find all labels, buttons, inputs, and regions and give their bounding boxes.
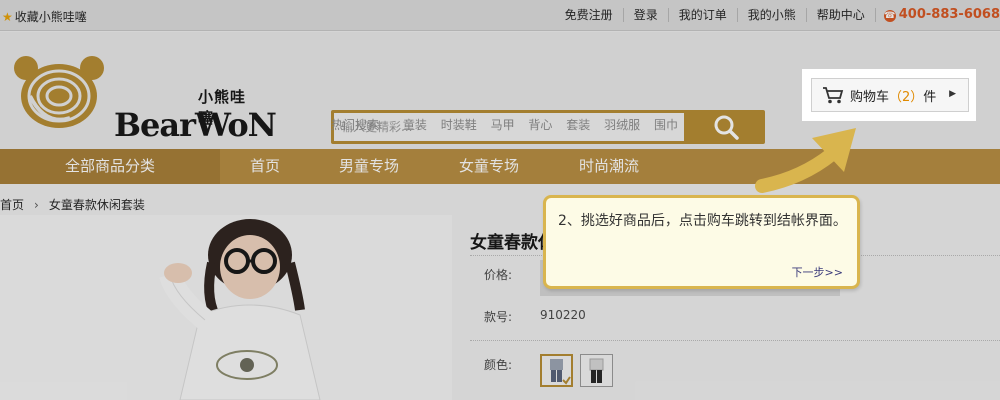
tutorial-tooltip: 2、挑选好商品后，点击购车跳转到结帐界面。 下一步>> (543, 195, 860, 289)
cart-suffix: 件 (923, 89, 937, 105)
hot-item[interactable]: 时装鞋 (441, 118, 477, 132)
cart-button[interactable]: 购物车（2）件 ▶ (811, 78, 969, 112)
login-link[interactable]: 登录 (622, 8, 668, 22)
color-label: 颜色: (484, 358, 513, 372)
phone-text: 400-883-6068 (898, 7, 1000, 22)
nav-item-fashion[interactable]: 时尚潮流 (579, 149, 639, 184)
logo-en-text: BearWoN (114, 106, 277, 144)
hot-search: 热门搜索: 童装 时装鞋 马甲 背心 套装 羽绒服 围巾 (331, 116, 688, 133)
code-label: 款号: (484, 310, 513, 324)
girl-product-image (0, 215, 452, 400)
phone-icon: ☎ (883, 10, 896, 22)
hot-item[interactable]: 马甲 (491, 118, 515, 132)
price-label: 价格: (484, 268, 513, 282)
cart-prefix: 购物车 (850, 89, 890, 105)
hot-search-label: 热门搜索: (331, 118, 384, 132)
divider (470, 340, 1000, 341)
star-icon: ★ (2, 10, 13, 24)
breadcrumb: 首页 › 女童春款休闲套装 (0, 196, 145, 213)
color-swatch[interactable] (580, 354, 613, 387)
outfit-thumbnail-icon (550, 359, 571, 385)
help-center-link[interactable]: 帮助中心 (805, 8, 875, 22)
hot-item[interactable]: 背心 (528, 118, 552, 132)
register-link[interactable]: 免费注册 (555, 8, 623, 22)
breadcrumb-home[interactable]: 首页 (0, 198, 24, 212)
my-account-link[interactable]: 我的小熊 (736, 8, 806, 22)
bear-logo-icon (14, 56, 104, 128)
favorite-link[interactable]: ★ 收藏小熊哇噻 (2, 8, 87, 25)
favorite-label: 收藏小熊哇噻 (14, 10, 87, 24)
top-links: 免费注册 登录 我的订单 我的小熊 帮助中心 ☎ 400-883-6068 (555, 8, 1000, 22)
cart-label: 购物车（2）件 (850, 86, 936, 105)
nav-all-categories[interactable]: 全部商品分类 (0, 149, 220, 184)
pointer-arrow-icon (755, 128, 856, 193)
hot-item[interactable]: 童装 (403, 118, 427, 132)
nav-item-boys[interactable]: 男童专场 (339, 149, 399, 184)
nav-item-girls[interactable]: 女童专场 (459, 149, 519, 184)
my-orders-link[interactable]: 我的订单 (667, 8, 737, 22)
cart-highlight: 购物车（2）件 ▶ (802, 69, 976, 121)
nav-item-home[interactable]: 首页 (250, 149, 280, 184)
shopping-cart-icon (823, 87, 844, 104)
hot-item[interactable]: 套装 (566, 118, 590, 132)
play-arrow-icon: ▶ (949, 89, 956, 99)
logo[interactable]: 小熊哇噻 BearWoN (10, 56, 277, 144)
product-code: 910220 (540, 308, 586, 322)
breadcrumb-current: 女童春款休闲套装 (48, 198, 145, 212)
hot-item[interactable]: 围巾 (654, 118, 678, 132)
search-icon (714, 115, 739, 140)
phone-number: ☎ 400-883-6068 (874, 7, 1000, 22)
outfit-thumbnail-icon (589, 358, 604, 383)
chevron-right-icon: › (34, 198, 39, 212)
color-swatch-selected[interactable] (540, 354, 573, 387)
product-photo[interactable] (0, 215, 452, 400)
tooltip-text: 2、挑选好商品后，点击购车跳转到结帐界面。 (558, 213, 847, 229)
hot-item[interactable]: 羽绒服 (604, 118, 640, 132)
cart-count: （2） (889, 89, 924, 105)
next-step-link[interactable]: 下一步>> (792, 264, 843, 280)
top-bar: ★ 收藏小熊哇噻 免费注册 登录 我的订单 我的小熊 帮助中心 ☎ 400-883-… (0, 0, 1000, 31)
